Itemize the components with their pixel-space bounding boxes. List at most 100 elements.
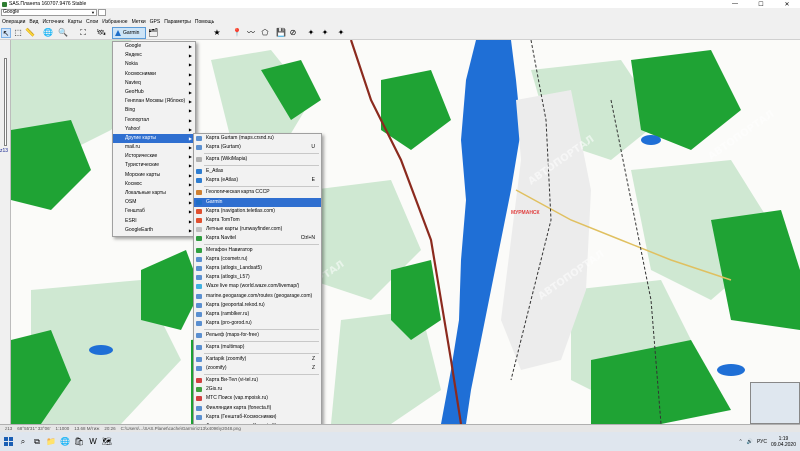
save-icon[interactable]: 💾: [276, 28, 286, 38]
menu-item-label: ESRI: [125, 217, 137, 224]
close-button[interactable]: ✕: [774, 0, 800, 8]
menu-item-4[interactable]: Navteq ▶: [113, 79, 195, 88]
map-selector-combo[interactable]: Google ▼: [1, 9, 97, 16]
path-icon[interactable]: 〰: [246, 28, 256, 38]
gps-icon[interactable]: ✦: [306, 28, 316, 38]
submenu-item-10[interactable]: Карта (navigation.teletlas.com): [194, 207, 321, 216]
submenu-item-32[interactable]: Карта Bи-Тел (vi-tel.ru): [194, 376, 321, 385]
submenu-item-11[interactable]: Карта TomTom: [194, 216, 321, 225]
menu-item-18[interactable]: Генштаб ▶: [113, 207, 195, 216]
gps-settings-icon[interactable]: ✦: [336, 28, 346, 38]
start-button[interactable]: [0, 432, 16, 451]
submenu-item-8[interactable]: Геологическая карта СССР: [194, 188, 321, 197]
sasplanet-taskbar-icon[interactable]: 🗺: [100, 432, 114, 451]
task-view-icon[interactable]: ⧉: [30, 432, 44, 451]
pointer-tool-icon[interactable]: ↖: [1, 28, 11, 38]
menu-item-17[interactable]: OSM ▶: [113, 198, 195, 207]
edge-icon[interactable]: 🌐: [58, 432, 72, 451]
submenu-item-19[interactable]: Waze live map (world.waze.com/livemap/): [194, 282, 321, 291]
map-source-icon: [196, 169, 202, 175]
globe-icon[interactable]: 🌐: [43, 28, 53, 38]
submenu-item-27[interactable]: Карта (multimap): [194, 343, 321, 352]
gps-track-icon[interactable]: ✦: [320, 28, 330, 38]
clock-date: 09.04.2020: [770, 441, 796, 448]
submenu-item-3[interactable]: Карта (WikiMapia): [194, 155, 321, 164]
submenu-item-29[interactable]: Kartapik (zoomify) Z: [194, 355, 321, 364]
network-icon[interactable]: ⌃: [739, 439, 743, 445]
menu-item-13[interactable]: Туристические ▶: [113, 161, 195, 170]
ruler-icon[interactable]: 📏: [25, 28, 35, 38]
menu-favorites[interactable]: Избранное: [102, 19, 127, 25]
menu-item-19[interactable]: ESRI ▶: [113, 217, 195, 226]
word-icon[interactable]: W: [86, 432, 100, 451]
submenu-item-6[interactable]: Карта (eAtlas) E: [194, 176, 321, 185]
submenu-item-36[interactable]: Карта (Генштаб-Космоснимки): [194, 413, 321, 422]
minimize-button[interactable]: —: [722, 0, 748, 8]
submenu-item-5[interactable]: E_Atlas: [194, 167, 321, 176]
minimap[interactable]: [750, 382, 800, 424]
menu-item-7[interactable]: Bing ▶: [113, 106, 195, 115]
menu-operations[interactable]: Операции: [2, 19, 25, 25]
menu-item-9[interactable]: Yahoo! ▶: [113, 125, 195, 134]
menu-gps[interactable]: GPS: [150, 19, 161, 25]
menu-item-8[interactable]: Геопортал ▶: [113, 116, 195, 125]
zoom-slider[interactable]: [4, 58, 7, 146]
star-icon[interactable]: ★: [212, 28, 222, 38]
menu-item-6[interactable]: Генплан Москвы (Яблоко) ▶: [113, 97, 195, 106]
submenu-item-15[interactable]: Мегафон Навигатор: [194, 246, 321, 255]
submenu-item-21[interactable]: Карта (geoportal.rekod.ru): [194, 301, 321, 310]
store-icon[interactable]: 🛍: [72, 432, 86, 451]
submenu-item-22[interactable]: Карта (ramblker.ru): [194, 310, 321, 319]
submenu-item-20[interactable]: marine.geogarage.com/routes (geogarage.c…: [194, 292, 321, 301]
submenu-item-12[interactable]: Летные карты (runwayfinder.com): [194, 225, 321, 234]
submenu-item-33[interactable]: 2Gis.ru: [194, 385, 321, 394]
submenu-item-35[interactable]: Финляндия карта (fonecta.fi): [194, 404, 321, 413]
map-selector-extra-button[interactable]: [98, 9, 106, 16]
menu-item-0[interactable]: Google ▶: [113, 42, 195, 51]
menu-item-14[interactable]: Морские карты ▶: [113, 171, 195, 180]
submenu-item-17[interactable]: Карта (atlogis_Landsat5): [194, 264, 321, 273]
menu-help[interactable]: Помощь: [195, 19, 214, 25]
menu-item-20[interactable]: GoogleEarth ▶: [113, 226, 195, 235]
menu-item-3[interactable]: Космоснимки ▶: [113, 70, 195, 79]
submenu-item-16[interactable]: Карта (cosmetr.ru): [194, 255, 321, 264]
satellite-icon[interactable]: 🛰: [96, 28, 106, 38]
menu-settings[interactable]: Параметры: [164, 19, 191, 25]
pin-icon[interactable]: 📍: [232, 28, 242, 38]
menu-item-1[interactable]: Яндекс ▶: [113, 51, 195, 60]
volume-icon[interactable]: 🔊: [747, 439, 753, 445]
explorer-icon[interactable]: 📁: [44, 432, 58, 451]
submenu-item-9[interactable]: Garmin: [194, 197, 321, 207]
submenu-item-1[interactable]: Карта (Gurtam) U: [194, 143, 321, 152]
menu-item-11[interactable]: mail.ru ▶: [113, 143, 195, 152]
submenu-item-30[interactable]: (zoomify) Z: [194, 364, 321, 373]
map-type-button[interactable]: Garmin: [112, 27, 146, 39]
menu-item-10[interactable]: Другие карты ▶: [113, 133, 195, 144]
polygon-icon[interactable]: ⬠: [260, 28, 270, 38]
language-indicator[interactable]: РУС: [757, 439, 767, 445]
menu-source[interactable]: Источник: [42, 19, 63, 25]
menu-item-12[interactable]: Исторические ▶: [113, 152, 195, 161]
menu-marks[interactable]: Метки: [132, 19, 146, 25]
clock[interactable]: 1:19 09.04.2020: [771, 436, 796, 448]
menu-item-15[interactable]: Космос ▶: [113, 180, 195, 189]
submenu-item-0[interactable]: Карта Gurtam (maps.crsnd.ru): [194, 134, 321, 143]
maximize-button[interactable]: ☐: [748, 0, 774, 8]
menu-maps[interactable]: Карты: [68, 19, 82, 25]
submenu-item-34[interactable]: МТС Поиск (vap.mpoisk.ru): [194, 394, 321, 403]
select-area-icon[interactable]: ⬚: [13, 28, 23, 38]
submenu-item-25[interactable]: Рельеф (maps-for-free): [194, 331, 321, 340]
menu-item-16[interactable]: Локальные карты ▶: [113, 189, 195, 198]
fullscreen-icon[interactable]: ⛶: [78, 28, 88, 38]
menu-layers[interactable]: Слои: [86, 19, 98, 25]
menu-item-5[interactable]: GeoHub ▶: [113, 88, 195, 97]
submenu-item-13[interactable]: Карта Navitel Ctrl+N: [194, 234, 321, 243]
submenu-item-23[interactable]: Карта (pro-gorod.ru): [194, 319, 321, 328]
menu-view[interactable]: Вид: [29, 19, 38, 25]
search-icon[interactable]: ⌕: [16, 432, 30, 451]
zoom-icon[interactable]: 🔍: [58, 28, 68, 38]
delete-icon[interactable]: ⊘: [288, 28, 298, 38]
submenu-item-18[interactable]: Карта (atlogis_L57): [194, 273, 321, 282]
menu-item-2[interactable]: Nokia ▶: [113, 60, 195, 69]
layers-icon[interactable]: 🗂: [148, 28, 158, 38]
